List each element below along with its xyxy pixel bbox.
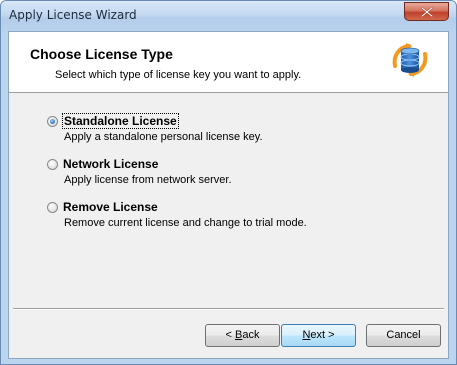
cancel-button[interactable]: Cancel <box>366 324 441 347</box>
button-separator <box>13 308 444 310</box>
page-title: Choose License Type <box>30 46 173 62</box>
back-button[interactable]: < Back <box>205 324 280 347</box>
close-icon <box>421 7 433 17</box>
remove-license-radio[interactable] <box>47 202 58 213</box>
license-wizard-icon <box>392 43 428 77</box>
window-title: Apply License Wizard <box>9 8 137 22</box>
next-button-rest: ext > <box>310 329 335 341</box>
network-license-radio[interactable] <box>47 159 58 170</box>
page-subtitle: Select which type of license key you wan… <box>55 69 302 81</box>
wizard-page: Choose License Type Select which type of… <box>8 31 449 359</box>
wizard-header: Choose License Type Select which type of… <box>9 32 448 93</box>
close-button[interactable] <box>404 2 449 21</box>
standalone-license-label[interactable]: Standalone License <box>62 113 179 129</box>
remove-license-description: Remove current license and change to tri… <box>64 217 307 229</box>
back-button-prefix: < <box>225 329 235 341</box>
network-license-label[interactable]: Network License <box>63 157 158 171</box>
remove-license-label[interactable]: Remove License <box>63 200 158 214</box>
standalone-license-radio[interactable] <box>47 116 58 127</box>
standalone-license-description: Apply a standalone personal license key. <box>64 131 263 143</box>
title-bar[interactable]: Apply License Wizard <box>1 1 456 32</box>
next-button[interactable]: Next > <box>281 324 356 347</box>
network-license-description: Apply license from network server. <box>64 174 232 186</box>
wizard-window: Apply License Wizard Choose License Type… <box>0 0 457 365</box>
back-button-rest: ack <box>242 329 260 341</box>
